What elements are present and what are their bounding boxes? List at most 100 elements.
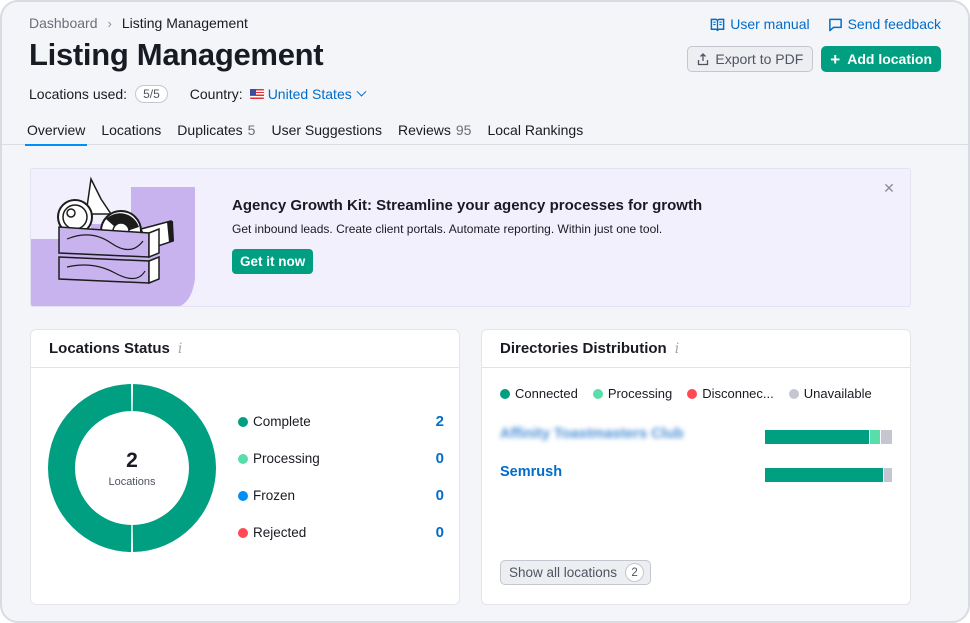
tab-label: Overview — [27, 122, 86, 138]
chevron-down-icon — [356, 86, 367, 97]
card-header: Locations Status i — [31, 330, 459, 368]
distribution-legend-item-processing: Processing — [592, 386, 673, 401]
tab-count: 95 — [455, 122, 472, 138]
status-legend-item-processing: Processing 0 — [238, 440, 444, 477]
banner-subtitle: Get inbound leads. Create client portals… — [232, 222, 663, 236]
tab-label: Local Rankings — [487, 122, 584, 138]
tab-locations[interactable]: Locations — [99, 122, 169, 144]
status-count[interactable]: 0 — [436, 524, 444, 541]
tab-label: Locations — [101, 122, 162, 138]
export-pdf-button[interactable]: Export to PDF — [687, 46, 814, 72]
header-actions: Export to PDF + Add location — [687, 46, 941, 72]
status-count[interactable]: 0 — [436, 450, 444, 467]
location-name-link[interactable]: Affinity Toastmasters Club — [500, 426, 683, 442]
distribution-legend: Connected Processing Disconnec... Unavailab… — [500, 386, 872, 401]
status-count[interactable]: 2 — [436, 413, 444, 430]
book-icon — [710, 18, 725, 31]
legend-dot-icon — [592, 388, 603, 399]
tab-reviews[interactable]: Reviews 95 — [396, 122, 479, 144]
legend-dot-icon — [687, 388, 698, 399]
plus-icon: + — [830, 49, 841, 69]
directories-distribution-card: Directories Distribution i Connected Proc… — [481, 329, 911, 605]
user-manual-link[interactable]: User manual — [710, 16, 810, 32]
total-locations-value: 2 — [126, 448, 138, 472]
tab-local-rankings[interactable]: Local Rankings — [485, 122, 591, 144]
legend-dot-icon — [500, 388, 510, 399]
show-all-locations-button[interactable]: Show all locations 2 — [500, 560, 652, 585]
status-dot-icon — [238, 416, 248, 427]
locations-status-card: Locations Status i 2 Locations Complete … — [30, 329, 460, 605]
donut-center: 2 Locations — [48, 384, 216, 552]
send-feedback-link[interactable]: Send feedback — [828, 16, 941, 32]
breadcrumb-dashboard[interactable]: Dashboard — [29, 15, 98, 31]
info-icon[interactable]: i — [675, 341, 679, 357]
distribution-legend-item-connected: Connected — [500, 386, 578, 401]
country-value: United States — [267, 86, 352, 102]
card-title: Locations Status — [49, 340, 170, 357]
legend-label: Unavailable — [803, 386, 872, 401]
country-selector[interactable]: Country: United States — [189, 86, 367, 102]
bar-segment-unavailable[interactable] — [880, 430, 892, 444]
bar-segment-connected[interactable] — [765, 468, 884, 482]
top-links: User manual Send feedback — [710, 16, 941, 32]
legend-label: Processing — [607, 386, 673, 401]
app-window: Dashboard › Listing Management User manu… — [0, 0, 970, 623]
status-legend: Complete 2 Processing 0 Frozen 0 Rejecte… — [238, 403, 444, 551]
status-dot-icon — [238, 453, 248, 464]
export-pdf-label: Export to PDF — [715, 51, 804, 67]
card-title: Directories Distribution — [500, 340, 667, 357]
breadcrumb: Dashboard › Listing Management — [29, 15, 248, 31]
tab-label: User Suggestions — [271, 122, 382, 138]
location-name-link[interactable]: Semrush — [500, 464, 562, 480]
status-legend-item-frozen: Frozen 0 — [238, 477, 444, 514]
status-label: Complete — [253, 414, 311, 429]
breadcrumb-current: Listing Management — [121, 15, 248, 31]
legend-label: Disconnec... — [702, 386, 774, 401]
locations-used-badge: 5/5 — [135, 85, 168, 103]
legend-label: Connected — [515, 386, 578, 401]
status-label: Processing — [253, 451, 320, 466]
info-icon[interactable]: i — [178, 341, 182, 357]
tab-duplicates[interactable]: Duplicates 5 — [175, 122, 263, 144]
bar-segment-processing[interactable] — [869, 430, 880, 444]
card-header: Directories Distribution i — [482, 330, 910, 368]
tab-overview[interactable]: Overview — [25, 122, 88, 146]
chat-bubble-icon — [828, 18, 842, 31]
distribution-row: Affinity Toastmasters Club — [500, 426, 893, 446]
distribution-row: Semrush — [500, 464, 893, 484]
status-dot-icon — [238, 527, 248, 538]
distribution-bar — [765, 468, 892, 482]
close-icon[interactable]: ✕ — [882, 181, 896, 195]
tab-label: Reviews — [397, 122, 451, 138]
status-legend-item-complete: Complete 2 — [238, 403, 444, 440]
add-location-button[interactable]: + Add location — [821, 46, 941, 72]
distribution-legend-item-unavailable: Unavailable — [788, 386, 872, 401]
legend-dot-icon — [788, 388, 799, 399]
user-manual-label: User manual — [730, 16, 810, 32]
banner-illustration — [31, 176, 195, 306]
get-it-now-button[interactable]: Get it now — [232, 249, 314, 274]
tab-bar: Overview Locations Duplicates 5 User Sugg… — [25, 122, 597, 146]
status-label: Frozen — [253, 488, 296, 503]
country-label: Country: — [189, 86, 243, 102]
promo-banner: Agency Growth Kit: Streamline your agenc… — [30, 168, 911, 307]
status-legend-item-rejected: Rejected 0 — [238, 514, 444, 551]
status-count[interactable]: 0 — [436, 487, 444, 504]
bar-segment-unavailable[interactable] — [884, 468, 892, 482]
status-label: Rejected — [253, 525, 307, 540]
distribution-legend-item-disconnec: Disconnec... — [687, 386, 774, 401]
show-all-label: Show all locations — [509, 565, 618, 580]
status-dot-icon — [238, 490, 248, 501]
upload-icon — [698, 52, 709, 65]
bar-segment-connected[interactable] — [765, 430, 869, 444]
page-header: Dashboard › Listing Management User manu… — [2, 2, 968, 146]
show-all-count: 2 — [625, 563, 645, 582]
tab-count: 5 — [247, 122, 256, 138]
page-title: Listing Management — [29, 37, 324, 72]
meta-row: Locations used: 5/5 Country: United Stat… — [29, 85, 367, 103]
locations-used-label: Locations used: — [29, 86, 128, 102]
total-locations-label: Locations — [108, 475, 156, 488]
us-flag-icon — [249, 89, 264, 99]
tab-user-suggestions[interactable]: User Suggestions — [269, 122, 390, 144]
distribution-bar — [765, 430, 892, 444]
